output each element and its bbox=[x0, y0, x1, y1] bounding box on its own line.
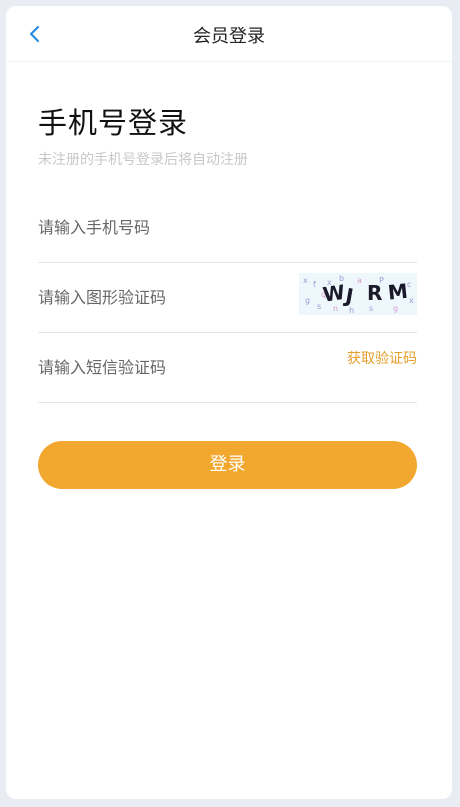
phone-field bbox=[38, 193, 417, 263]
login-heading: 手机号登录 bbox=[38, 106, 189, 140]
svg-text:x: x bbox=[303, 276, 308, 285]
svg-text:c: c bbox=[407, 280, 411, 289]
svg-text:g: g bbox=[305, 296, 310, 305]
captcha-char: M bbox=[387, 279, 409, 305]
captcha-char: W bbox=[321, 280, 346, 307]
phone-input[interactable] bbox=[38, 193, 278, 262]
svg-text:s: s bbox=[369, 304, 373, 313]
svg-text:g: g bbox=[393, 304, 398, 313]
svg-text:f: f bbox=[313, 280, 316, 289]
page-title: 会员登录 bbox=[193, 26, 265, 47]
get-sms-code-button[interactable]: 获取验证码 bbox=[347, 348, 417, 368]
captcha-char: R bbox=[367, 281, 382, 305]
login-subtitle: 未注册的手机号登录后将自动注册 bbox=[38, 152, 248, 168]
captcha-field: xfg sxb nh as Pg cxq W J R M bbox=[38, 263, 417, 333]
svg-text:s: s bbox=[317, 302, 321, 311]
header: 会员登录 bbox=[6, 6, 452, 62]
sms-code-input[interactable] bbox=[38, 333, 278, 402]
login-button[interactable]: 登录 bbox=[38, 441, 417, 489]
svg-text:a: a bbox=[357, 276, 362, 285]
captcha-input[interactable] bbox=[38, 263, 278, 332]
captcha-image[interactable]: x fg sx b nh as Pg cxq W J R M bbox=[299, 273, 417, 315]
svg-text:x: x bbox=[409, 296, 414, 305]
sms-field: 获取验证码 bbox=[38, 333, 417, 403]
login-card: 会员登录 手机号登录 未注册的手机号登录后将自动注册 xfg sxb nh as… bbox=[6, 6, 452, 799]
